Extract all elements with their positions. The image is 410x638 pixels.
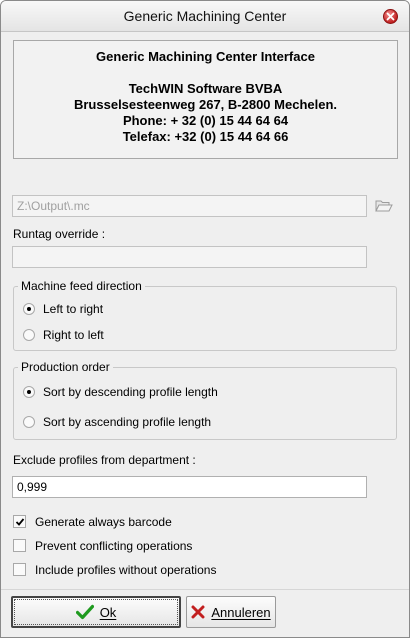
radio-button[interactable] [23,303,35,315]
production-order-title: Production order [18,360,113,374]
title-bar: Generic Machining Center [1,1,409,32]
checkmark-icon [15,518,25,526]
checkmark-icon [75,604,94,620]
feed-direction-group: Machine feed direction Left to right Rig… [13,279,397,351]
window-title: Generic Machining Center [123,8,287,24]
info-company: TechWIN Software BVBA [128,81,283,96]
checkbox-label: Generate always barcode [35,515,172,529]
ok-button[interactable]: Ok [11,596,181,628]
exclude-label: Exclude profiles from department : [13,453,196,467]
exclude-department-input[interactable]: 0,999 [12,476,367,498]
radio-button[interactable] [23,416,35,428]
company-info-panel: Generic Machining Center Interface TechW… [13,40,398,159]
runtag-input[interactable] [12,246,367,268]
radio-button[interactable] [23,329,35,341]
checkbox-label: Include profiles without operations [35,563,217,577]
close-icon[interactable] [383,9,398,24]
info-fax: Telefax: +32 (0) 15 44 64 66 [122,129,289,144]
footer-divider [1,589,409,590]
radio-label: Sort by ascending profile length [43,415,212,429]
cross-icon [191,605,205,619]
radio-button[interactable] [23,386,35,398]
runtag-label: Runtag override : [13,227,106,241]
folder-open-icon[interactable] [375,198,393,214]
feed-direction-title: Machine feed direction [18,279,145,293]
info-phone: Phone: + 32 (0) 15 44 64 64 [122,113,289,128]
checkbox[interactable] [13,515,26,528]
production-order-group: Production order Sort by descending prof… [13,360,397,440]
checkbox[interactable] [13,539,26,552]
radio-label: Right to left [43,328,104,342]
cancel-button[interactable]: Annuleren [186,596,276,628]
info-heading: Generic Machining Center Interface [96,49,315,64]
dialog-window: Generic Machining Center Generic Machini… [0,0,410,638]
cancel-label: Annuleren [211,604,271,620]
info-address: Brusselsesteenweg 267, B-2800 Mechelen. [73,97,338,112]
checkbox-label: Prevent conflicting operations [35,539,193,553]
checkbox[interactable] [13,563,26,576]
radio-label: Left to right [43,302,104,316]
ok-label: Ok [99,604,117,620]
output-path-field[interactable]: Z:\Output\.mc [12,195,367,217]
radio-label: Sort by descending profile length [43,385,218,399]
